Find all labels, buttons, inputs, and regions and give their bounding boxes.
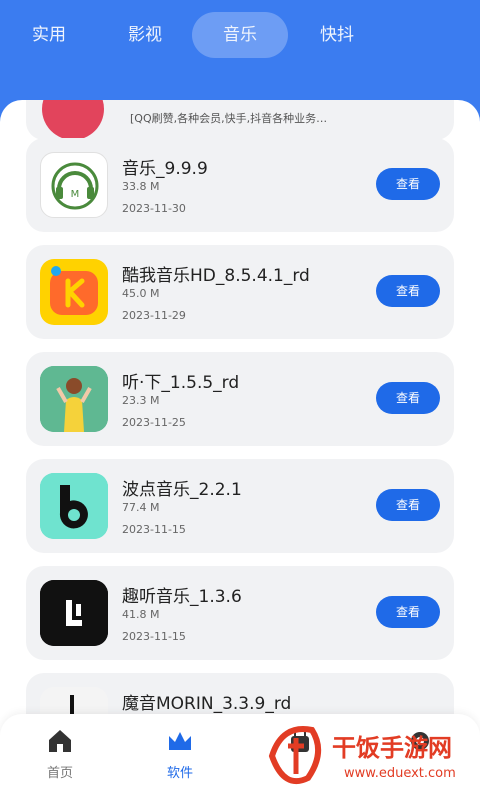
category-tabs: 实用 影视 音乐 快抖 [0, 12, 480, 58]
view-button[interactable]: 查看 [376, 489, 440, 521]
app-name: 听·下_1.5.5_rd [122, 373, 240, 393]
app-card[interactable]: 波点音乐_2.2.1 77.4 M 2023-11-15 查看 [26, 459, 454, 553]
watermark: 干饭手游网 www.eduext.com [262, 716, 476, 796]
app-size: 77.4 M [122, 501, 160, 514]
home-icon [49, 730, 71, 752]
app-name: 趣听音乐_1.3.6 [122, 587, 242, 607]
nav-label: 软件 [166, 766, 193, 781]
headphones-icon: M [40, 152, 108, 218]
app-date: 2023-11-29 [122, 309, 186, 322]
watermark-logo-icon [268, 726, 321, 785]
app-card[interactable]: 听·下_1.5.5_rd 23.3 M 2023-11-25 查看 [26, 352, 454, 446]
app-date: 2023-11-15 [122, 630, 186, 643]
kuwo-logo-icon [40, 259, 108, 325]
app-list: M 音乐_9.9.9 33.8 M 2023-11-30 查看 酷我音乐HD_8… [26, 138, 454, 780]
view-button[interactable]: 查看 [376, 596, 440, 628]
partial-app-card[interactable]: [QQ刷赞,各种会员,快手,抖音各种业务… [26, 100, 454, 140]
nav-label: 首页 [46, 766, 73, 781]
app-card[interactable]: M 音乐_9.9.9 33.8 M 2023-11-30 查看 [26, 138, 454, 232]
app-name: 音乐_9.9.9 [122, 159, 208, 179]
svg-text:M: M [71, 189, 80, 200]
app-size: 23.3 M [122, 394, 160, 407]
tab-video[interactable]: 影视 [114, 12, 176, 58]
app-name: 酷我音乐HD_8.5.4.1_rd [122, 266, 310, 286]
app-name: 魔音MORIN_3.3.9_rd [122, 694, 292, 714]
app-date: 2023-11-15 [122, 523, 186, 536]
crown-icon [169, 732, 191, 750]
app-size: 41.8 M [122, 608, 160, 621]
app-card[interactable]: 趣听音乐_1.3.6 41.8 M 2023-11-15 查看 [26, 566, 454, 660]
partial-app-text: [QQ刷赞,各种会员,快手,抖音各种业务… [130, 112, 328, 125]
partial-app-icon [42, 100, 104, 140]
nav-home[interactable]: 首页 [20, 726, 100, 790]
app-date: 2023-11-25 [122, 416, 186, 429]
nav-software[interactable]: 软件 [140, 726, 220, 790]
tab-kuaidou[interactable]: 快抖 [306, 12, 368, 58]
tab-music[interactable]: 音乐 [192, 12, 288, 58]
quting-logo-icon [40, 580, 108, 646]
app-name: 波点音乐_2.2.1 [122, 480, 242, 500]
watermark-url: www.eduext.com [344, 766, 456, 781]
app-card[interactable]: 酷我音乐HD_8.5.4.1_rd 45.0 M 2023-11-29 查看 [26, 245, 454, 339]
watermark-title: 干饭手游网 [332, 734, 452, 762]
view-button[interactable]: 查看 [376, 168, 440, 200]
tab-utility[interactable]: 实用 [18, 12, 80, 58]
view-button[interactable]: 查看 [376, 382, 440, 414]
bodian-logo-icon [40, 473, 108, 539]
app-size: 45.0 M [122, 287, 160, 300]
app-size: 33.8 M [122, 180, 160, 193]
tingxia-logo-icon [40, 366, 108, 432]
view-button[interactable]: 查看 [376, 275, 440, 307]
app-list-panel: [QQ刷赞,各种会员,快手,抖音各种业务… M 音乐_9.9.9 33.8 M … [0, 100, 480, 800]
app-date: 2023-11-30 [122, 202, 186, 215]
